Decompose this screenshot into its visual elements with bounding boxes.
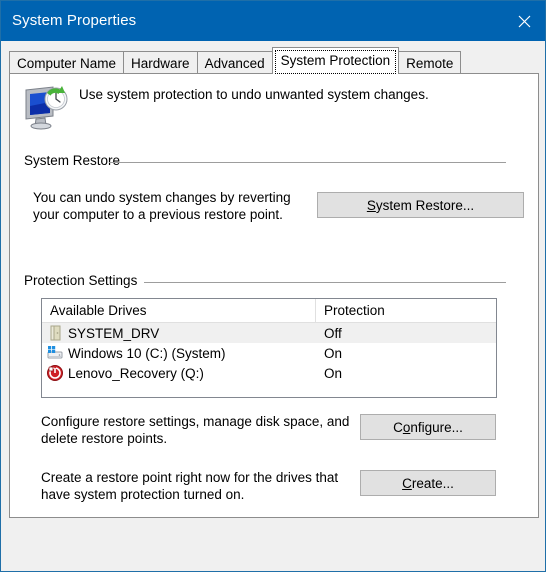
column-header-available-drives[interactable]: Available Drives <box>42 299 316 322</box>
tab-computer-name[interactable]: Computer Name <box>9 51 125 74</box>
group-label-protection-settings: Protection Settings <box>24 273 145 288</box>
configure-description: Configure restore settings, manage disk … <box>41 413 349 447</box>
system-restore-description-line1: You can undo system changes by reverting <box>33 190 291 205</box>
tab-remote[interactable]: Remote <box>398 51 462 74</box>
drive-name-cell: Lenovo_Recovery (Q:) <box>42 364 316 382</box>
window-title: System Properties <box>12 12 137 29</box>
system-restore-button-label: System Restore... <box>366 197 475 213</box>
dialog-footer: OK Cancel Apply <box>1 519 545 571</box>
group-separator-protection-settings <box>144 282 506 283</box>
drive-generic-icon <box>46 324 64 342</box>
drive-name-label: Windows 10 (C:) (System) <box>68 345 226 361</box>
tab-strip: Computer Name Hardware Advanced System P… <box>1 41 545 74</box>
create-button[interactable]: Create... <box>360 470 496 496</box>
system-properties-dialog: System Properties Computer Name Hardware… <box>0 0 546 572</box>
create-description-line1: Create a restore point right now for the… <box>41 470 339 485</box>
drive-name-cell: SYSTEM_DRV <box>42 324 316 342</box>
create-description-line2: have system protection turned on. <box>41 487 245 502</box>
protection-status: On <box>324 345 343 361</box>
group-separator-system-restore <box>109 162 506 163</box>
tab-label: Advanced <box>204 56 265 71</box>
table-row[interactable]: Windows 10 (C:) (System) On <box>42 343 496 363</box>
drive-recovery-icon <box>46 364 64 382</box>
protection-status: Off <box>324 325 342 341</box>
configure-button-label: Configure... <box>393 419 463 435</box>
system-protection-icon <box>23 84 71 130</box>
tab-advanced[interactable]: Advanced <box>196 51 273 74</box>
create-button-label: Create... <box>402 475 454 491</box>
drive-name-label: SYSTEM_DRV <box>68 325 160 341</box>
table-row[interactable]: SYSTEM_DRV Off <box>42 323 496 343</box>
tab-label: Hardware <box>131 56 190 71</box>
configure-description-line1: Configure restore settings, manage disk … <box>41 414 350 429</box>
protection-status: On <box>324 365 343 381</box>
drive-windows-icon <box>46 344 64 362</box>
configure-description-line2: delete restore points. <box>41 431 168 446</box>
list-header-row: Available Drives Protection <box>42 299 496 323</box>
available-drives-list[interactable]: Available Drives Protection SYSTEM_DRV O… <box>41 298 497 398</box>
table-row[interactable]: Lenovo_Recovery (Q:) On <box>42 363 496 383</box>
drive-name-label: Lenovo_Recovery (Q:) <box>68 365 204 381</box>
system-restore-description-line2: your computer to a previous restore poin… <box>33 207 283 222</box>
create-description: Create a restore point right now for the… <box>41 469 338 503</box>
tab-label: System Protection <box>280 53 391 68</box>
tab-system-protection[interactable]: System Protection <box>271 47 400 74</box>
tab-page-system-protection <box>9 73 539 518</box>
system-restore-description: You can undo system changes by reverting… <box>33 189 291 223</box>
column-header-protection[interactable]: Protection <box>316 299 496 322</box>
tab-label: Computer Name <box>17 56 117 71</box>
close-icon <box>518 15 531 28</box>
tab-hardware[interactable]: Hardware <box>123 51 198 74</box>
drive-name-cell: Windows 10 (C:) (System) <box>42 344 316 362</box>
system-restore-button[interactable]: System Restore... <box>317 192 524 218</box>
configure-button[interactable]: Configure... <box>360 414 496 440</box>
tab-label: Remote <box>406 56 454 71</box>
group-label-system-restore: System Restore <box>24 153 128 168</box>
hero-description: Use system protection to undo unwanted s… <box>79 87 429 102</box>
close-button[interactable] <box>501 1 545 41</box>
title-bar: System Properties <box>1 1 545 41</box>
